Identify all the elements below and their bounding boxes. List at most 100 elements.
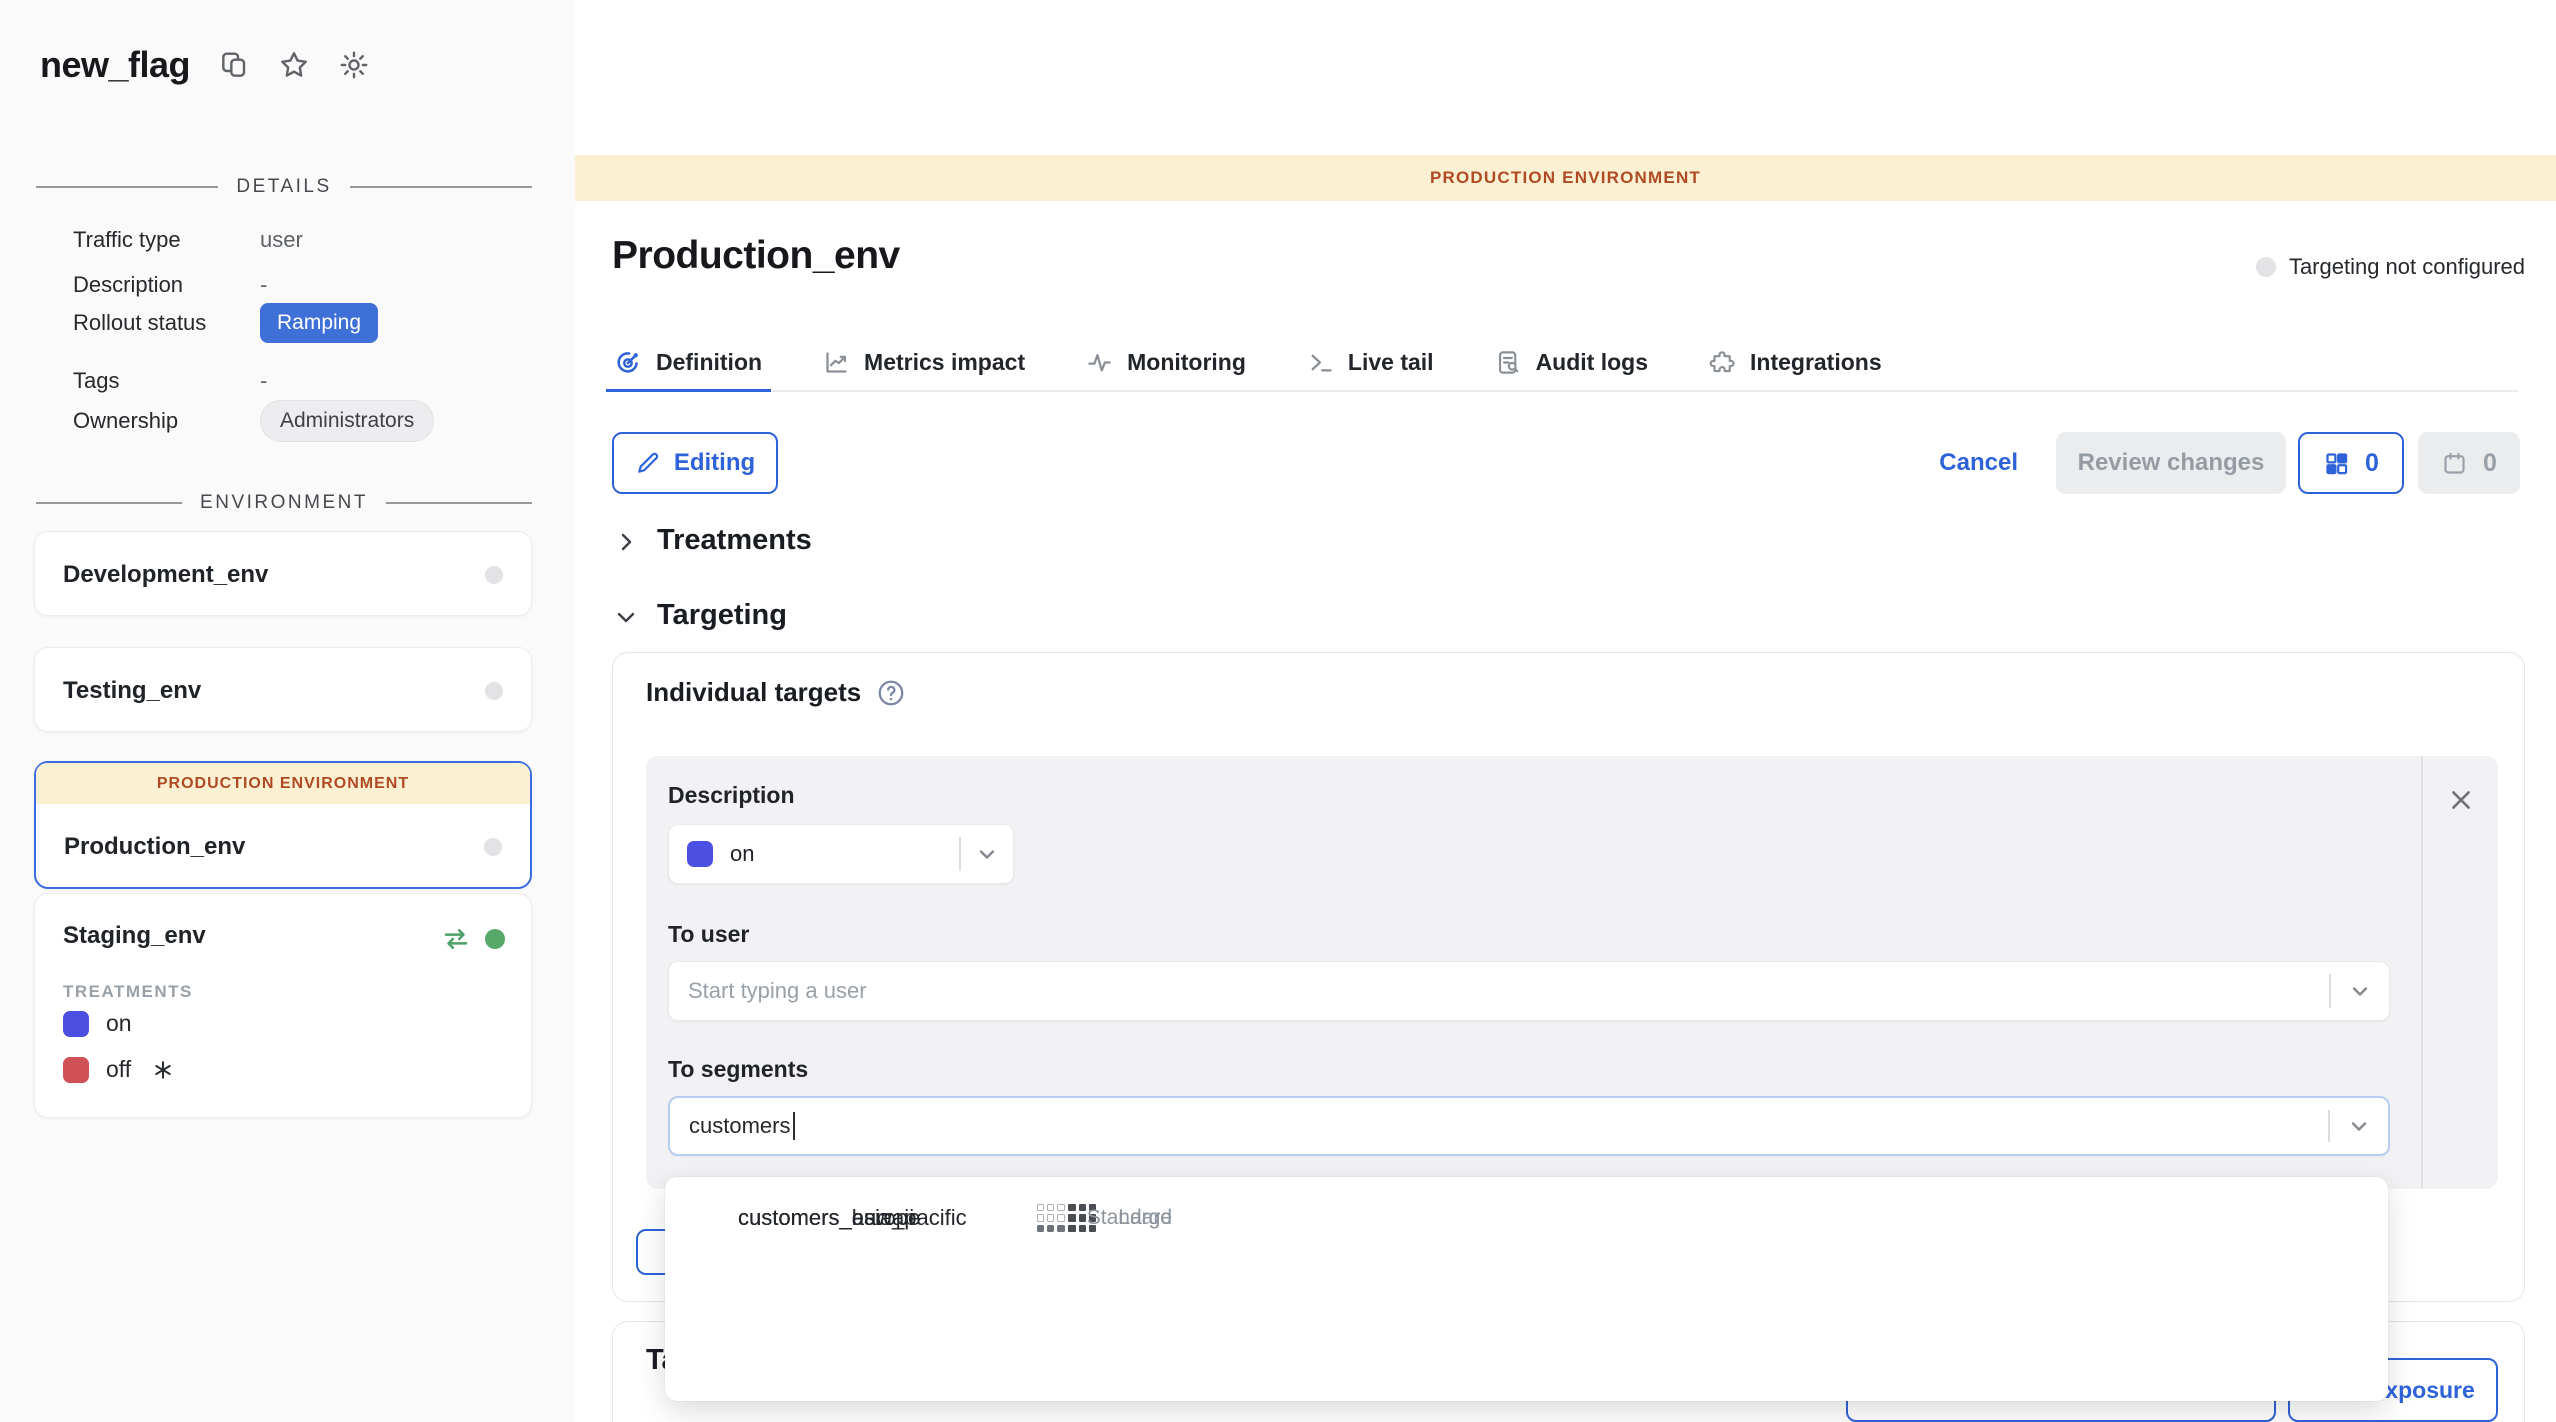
main-content: PRODUCTION ENVIRONMENT Production_env Ta… <box>575 0 2556 1422</box>
treatment-off-label: off <box>106 1056 131 1083</box>
treatment-row-off: off <box>63 1056 174 1083</box>
review-changes-button[interactable]: Review changes <box>2056 432 2286 494</box>
terminal-icon <box>1307 349 1334 376</box>
to-segments-label: To segments <box>668 1056 808 1083</box>
production-env-banner: PRODUCTION ENVIRONMENT <box>36 763 530 804</box>
treatment-row-on: on <box>63 1010 132 1037</box>
cancel-link[interactable]: Cancel <box>1939 449 2018 477</box>
to-user-input[interactable]: Start typing a user <box>668 961 2390 1021</box>
select-divider <box>959 837 961 871</box>
changes-count: 0 <box>2365 449 2379 478</box>
treatment-on-label: on <box>106 1010 132 1037</box>
tab-metrics-impact[interactable]: Metrics impact <box>820 334 1028 390</box>
scheduled-count: 0 <box>2483 449 2497 478</box>
divider-line <box>36 186 218 188</box>
default-treatment-asterisk-icon <box>152 1059 174 1081</box>
to-user-placeholder: Start typing a user <box>688 978 867 1004</box>
tab-live-tail[interactable]: Live tail <box>1304 334 1437 390</box>
target-rule-card: Description on To user Start typing a us… <box>646 756 2498 1189</box>
env-card-production[interactable]: PRODUCTION ENVIRONMENT Production_env <box>34 761 532 889</box>
pencil-icon <box>635 450 661 476</box>
env-card-testing[interactable]: Testing_env <box>34 647 532 732</box>
environment-divider: ENVIRONMENT <box>36 492 532 514</box>
gear-icon[interactable] <box>338 49 370 81</box>
pulse-icon <box>1086 349 1113 376</box>
env-name: Development_env <box>63 561 268 589</box>
targeting-status: Targeting not configured <box>2256 254 2525 280</box>
segment-name: customers_hawaii <box>738 1205 914 1231</box>
environment-heading: ENVIRONMENT <box>200 492 368 514</box>
env-card-development[interactable]: Development_env <box>34 531 532 616</box>
treatments-section-label: Treatments <box>657 524 812 557</box>
ownership-pill[interactable]: Administrators <box>260 400 434 442</box>
env-status-dot <box>485 566 503 584</box>
env-card-staging[interactable]: Staging_env TREATMENTS on off <box>34 893 532 1118</box>
targeting-section-header[interactable]: Targeting <box>614 599 787 632</box>
sidebar: new_flag DETAILS Traffic type user Descr… <box>0 0 575 1422</box>
page-title: Production_env <box>612 234 900 278</box>
copy-icon[interactable] <box>218 49 250 81</box>
tab-label: Integrations <box>1750 349 1882 376</box>
ownership-label: Ownership <box>73 408 260 434</box>
active-status-dot <box>485 929 505 949</box>
tab-audit-logs[interactable]: Audit logs <box>1492 334 1651 390</box>
changes-summary-button[interactable]: 0 <box>2298 432 2404 494</box>
status-text: Targeting not configured <box>2289 254 2525 280</box>
treatment-on-swatch <box>63 1011 89 1037</box>
treatment-off-swatch <box>63 1057 89 1083</box>
text-caret <box>793 1112 795 1140</box>
tab-label: Audit logs <box>1536 349 1648 376</box>
to-segments-value: customers <box>689 1113 790 1139</box>
segment-suggestions-dropdown: customers_asia_pacific Large customers_e… <box>665 1177 2388 1401</box>
chevron-down-icon[interactable] <box>2347 1114 2371 1138</box>
edit-toolbar: Editing Cancel Review changes 0 0 <box>612 432 2520 494</box>
chevron-down-icon[interactable] <box>2348 979 2372 1003</box>
divider-line <box>386 502 532 504</box>
tab-label: Monitoring <box>1127 349 1246 376</box>
chevron-down-icon <box>975 842 999 866</box>
audit-document-icon <box>1495 349 1522 376</box>
tab-monitoring[interactable]: Monitoring <box>1083 334 1249 390</box>
individual-targets-title-row: Individual targets <box>646 677 906 708</box>
scheduled-changes-button[interactable]: 0 <box>2418 432 2520 494</box>
rollout-status-badge: Ramping <box>260 303 378 343</box>
editing-button[interactable]: Editing <box>612 432 778 494</box>
treatment-color-chip <box>687 841 713 867</box>
divider-line <box>350 186 532 188</box>
tab-bar: Definition Metrics impact Monitoring Liv… <box>612 334 2518 392</box>
description-field-label: Description <box>668 782 795 809</box>
tab-label: Definition <box>656 349 762 376</box>
sync-arrows-icon <box>441 924 471 954</box>
tab-integrations[interactable]: Integrations <box>1706 334 1885 390</box>
flag-header: new_flag <box>40 44 370 86</box>
chevron-down-icon <box>614 604 638 628</box>
help-icon[interactable] <box>876 678 906 708</box>
env-name: Production_env <box>64 833 245 861</box>
targeting-section-label: Targeting <box>657 599 787 632</box>
standard-segment-grid-icon <box>1037 1204 1065 1232</box>
treatment-select[interactable]: on <box>668 824 1014 884</box>
detail-row-ownership: Ownership Administrators <box>45 386 535 456</box>
production-environment-banner: PRODUCTION ENVIRONMENT <box>575 155 2556 201</box>
staging-status-icons <box>441 924 505 954</box>
env-name: Staging_env <box>63 922 206 950</box>
input-divider <box>2328 1110 2330 1142</box>
segment-meta: Standard <box>1037 1204 1172 1232</box>
treatments-heading: TREATMENTS <box>63 982 193 1002</box>
divider-line <box>36 502 182 504</box>
puzzle-icon <box>1709 349 1736 376</box>
editing-label: Editing <box>674 449 755 477</box>
tab-definition[interactable]: Definition <box>612 334 765 390</box>
star-icon[interactable] <box>278 49 310 81</box>
close-icon[interactable] <box>2447 786 2475 814</box>
treatments-section-header[interactable]: Treatments <box>614 524 812 557</box>
env-status-dot <box>484 838 502 856</box>
input-divider <box>2329 974 2331 1008</box>
to-segments-input[interactable]: customers <box>668 1096 2390 1156</box>
env-name: Testing_env <box>63 677 201 705</box>
grid-icon <box>2323 450 2350 477</box>
tab-label: Metrics impact <box>864 349 1025 376</box>
treatment-select-value: on <box>730 841 754 867</box>
chevron-right-icon <box>614 529 638 553</box>
segment-option-hawaii[interactable]: customers_hawaii Standard <box>710 1183 1200 1253</box>
